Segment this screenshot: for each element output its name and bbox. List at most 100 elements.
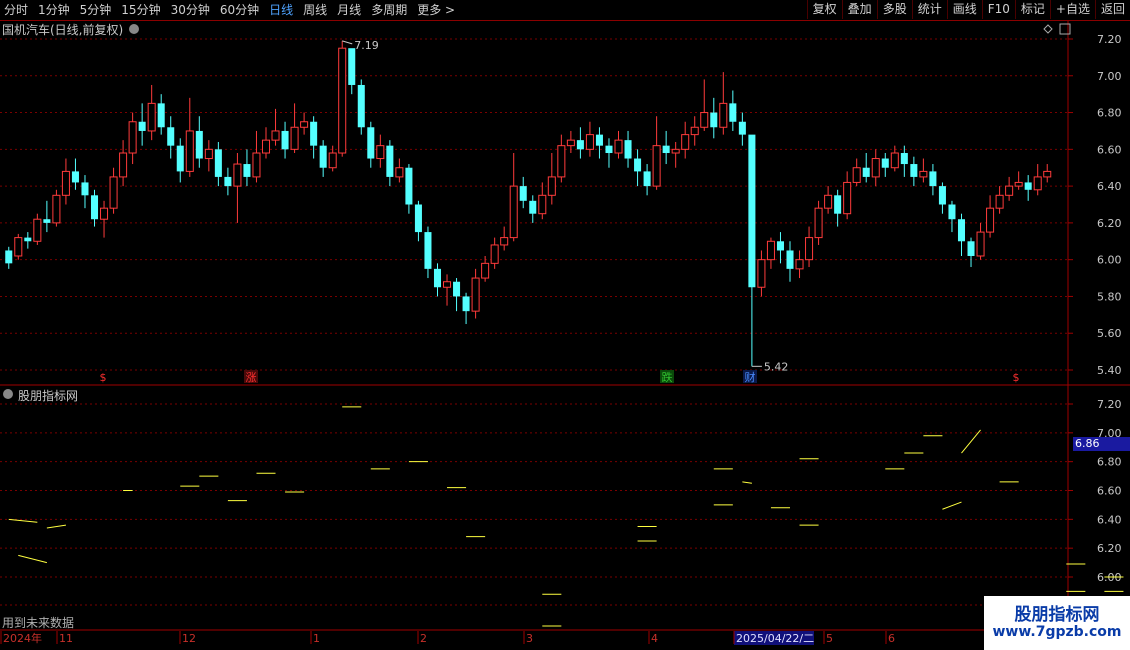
candle-body [738,121,746,135]
kline-chart: 7.20 7.00 6.80 6.60 6.40 6.20 6.00 5.80 5.60 5.40… [0,21,1130,645]
candle-body [204,148,213,160]
indicator-tick-label: 6.80 [1097,456,1122,469]
low-label: 5.42 [764,360,789,373]
candle-body [910,164,918,177]
candle-body [128,121,137,154]
event-marker: 跌 [662,370,673,384]
candle-body [538,194,547,215]
candle-body [624,140,632,159]
candle-body [300,121,309,128]
candle-body [710,112,718,128]
indicator-segment [18,554,47,564]
collapse-icon [129,24,139,34]
y-tick-label: 6.00 [1097,254,1122,267]
candle-body [1024,182,1032,190]
diamond-icon [1043,24,1053,34]
candle-body [462,296,470,312]
indicator-segment [942,501,962,510]
candle-body [938,186,946,205]
candle-body [405,167,413,205]
candle-body [757,259,766,288]
candle-body [395,167,404,178]
watermark: 股朋指标网 www.7gpzb.com [984,596,1130,650]
candle-body [834,195,842,214]
candle-body [681,134,690,150]
indicator-segment [961,429,981,454]
candle-body [881,158,889,168]
candle-body [490,244,499,264]
time-label: 2 [420,632,427,645]
candle-body [109,176,118,209]
chart-title: 国机汽车(日线,前复权) [2,23,124,37]
candle-body [24,237,32,242]
candle-body [547,176,556,196]
candle-body [576,140,584,150]
candle-body [500,237,509,246]
candle-body [795,259,804,270]
indicator-segment [742,481,752,484]
candle-body [386,145,394,177]
candle-body [233,163,242,187]
candle-body [919,170,928,178]
candle-body [595,134,603,146]
candle-body [81,182,89,196]
candle-body [690,126,699,136]
y-tick-label: 6.20 [1097,217,1122,230]
candle-body [290,126,299,150]
candle-body [71,171,79,183]
candle-body [243,164,251,177]
time-label: 3 [526,632,533,645]
candle-body [900,153,908,165]
watermark-url: www.7gpzb.com [992,624,1122,640]
y-tick-label: 6.80 [1097,107,1122,120]
candle-body [176,145,184,172]
high-arrow [342,40,353,45]
candle-body [453,281,461,297]
candle-body [357,84,365,128]
collapse-icon [3,389,13,399]
candle-body [443,281,452,288]
y-tick-label: 5.60 [1097,327,1122,340]
candle-body [185,130,194,172]
candle-body [310,121,318,146]
candle-body [214,149,222,177]
event-marker: $ [100,371,107,384]
candle-body [814,207,823,239]
y-tick-label: 7.00 [1097,70,1122,83]
candle-body [929,171,937,187]
time-label: 2025/04/22/二 [736,632,814,645]
candle-body [433,268,442,288]
y-tick-label: 7.20 [1097,33,1122,46]
candle-body [766,240,775,261]
time-label: 5 [826,632,833,645]
candle-body [348,48,356,85]
indicator-segment [8,518,38,523]
indicator-title: 股朋指标网 [18,389,79,403]
indicator-segment [46,524,67,529]
time-label: 1 [313,632,320,645]
candle-body [786,250,794,269]
candle-body [852,167,861,183]
candle-body [14,237,23,257]
candle-body [700,112,709,128]
candle-body [195,130,203,159]
candle-body [424,232,432,269]
time-label: 4 [651,632,658,645]
indicator-tick-label: 7.20 [1097,398,1122,411]
candle-body [5,250,13,264]
time-label: 2024年 [3,631,42,645]
candle-body [862,167,870,177]
candle-body [671,148,680,154]
current-value-tag: 6.86 [1073,437,1130,451]
candle-body [338,47,347,154]
candle-body [585,134,594,150]
candle-body [890,152,899,169]
indicator-tick-label: 6.60 [1097,485,1122,498]
candle-body [261,139,271,154]
candle-body [957,219,966,242]
event-marker: 涨 [246,371,257,384]
event-marker: $ [1013,371,1020,384]
candle-body [519,186,527,201]
candle-body [729,103,737,122]
candle-body [138,121,146,131]
